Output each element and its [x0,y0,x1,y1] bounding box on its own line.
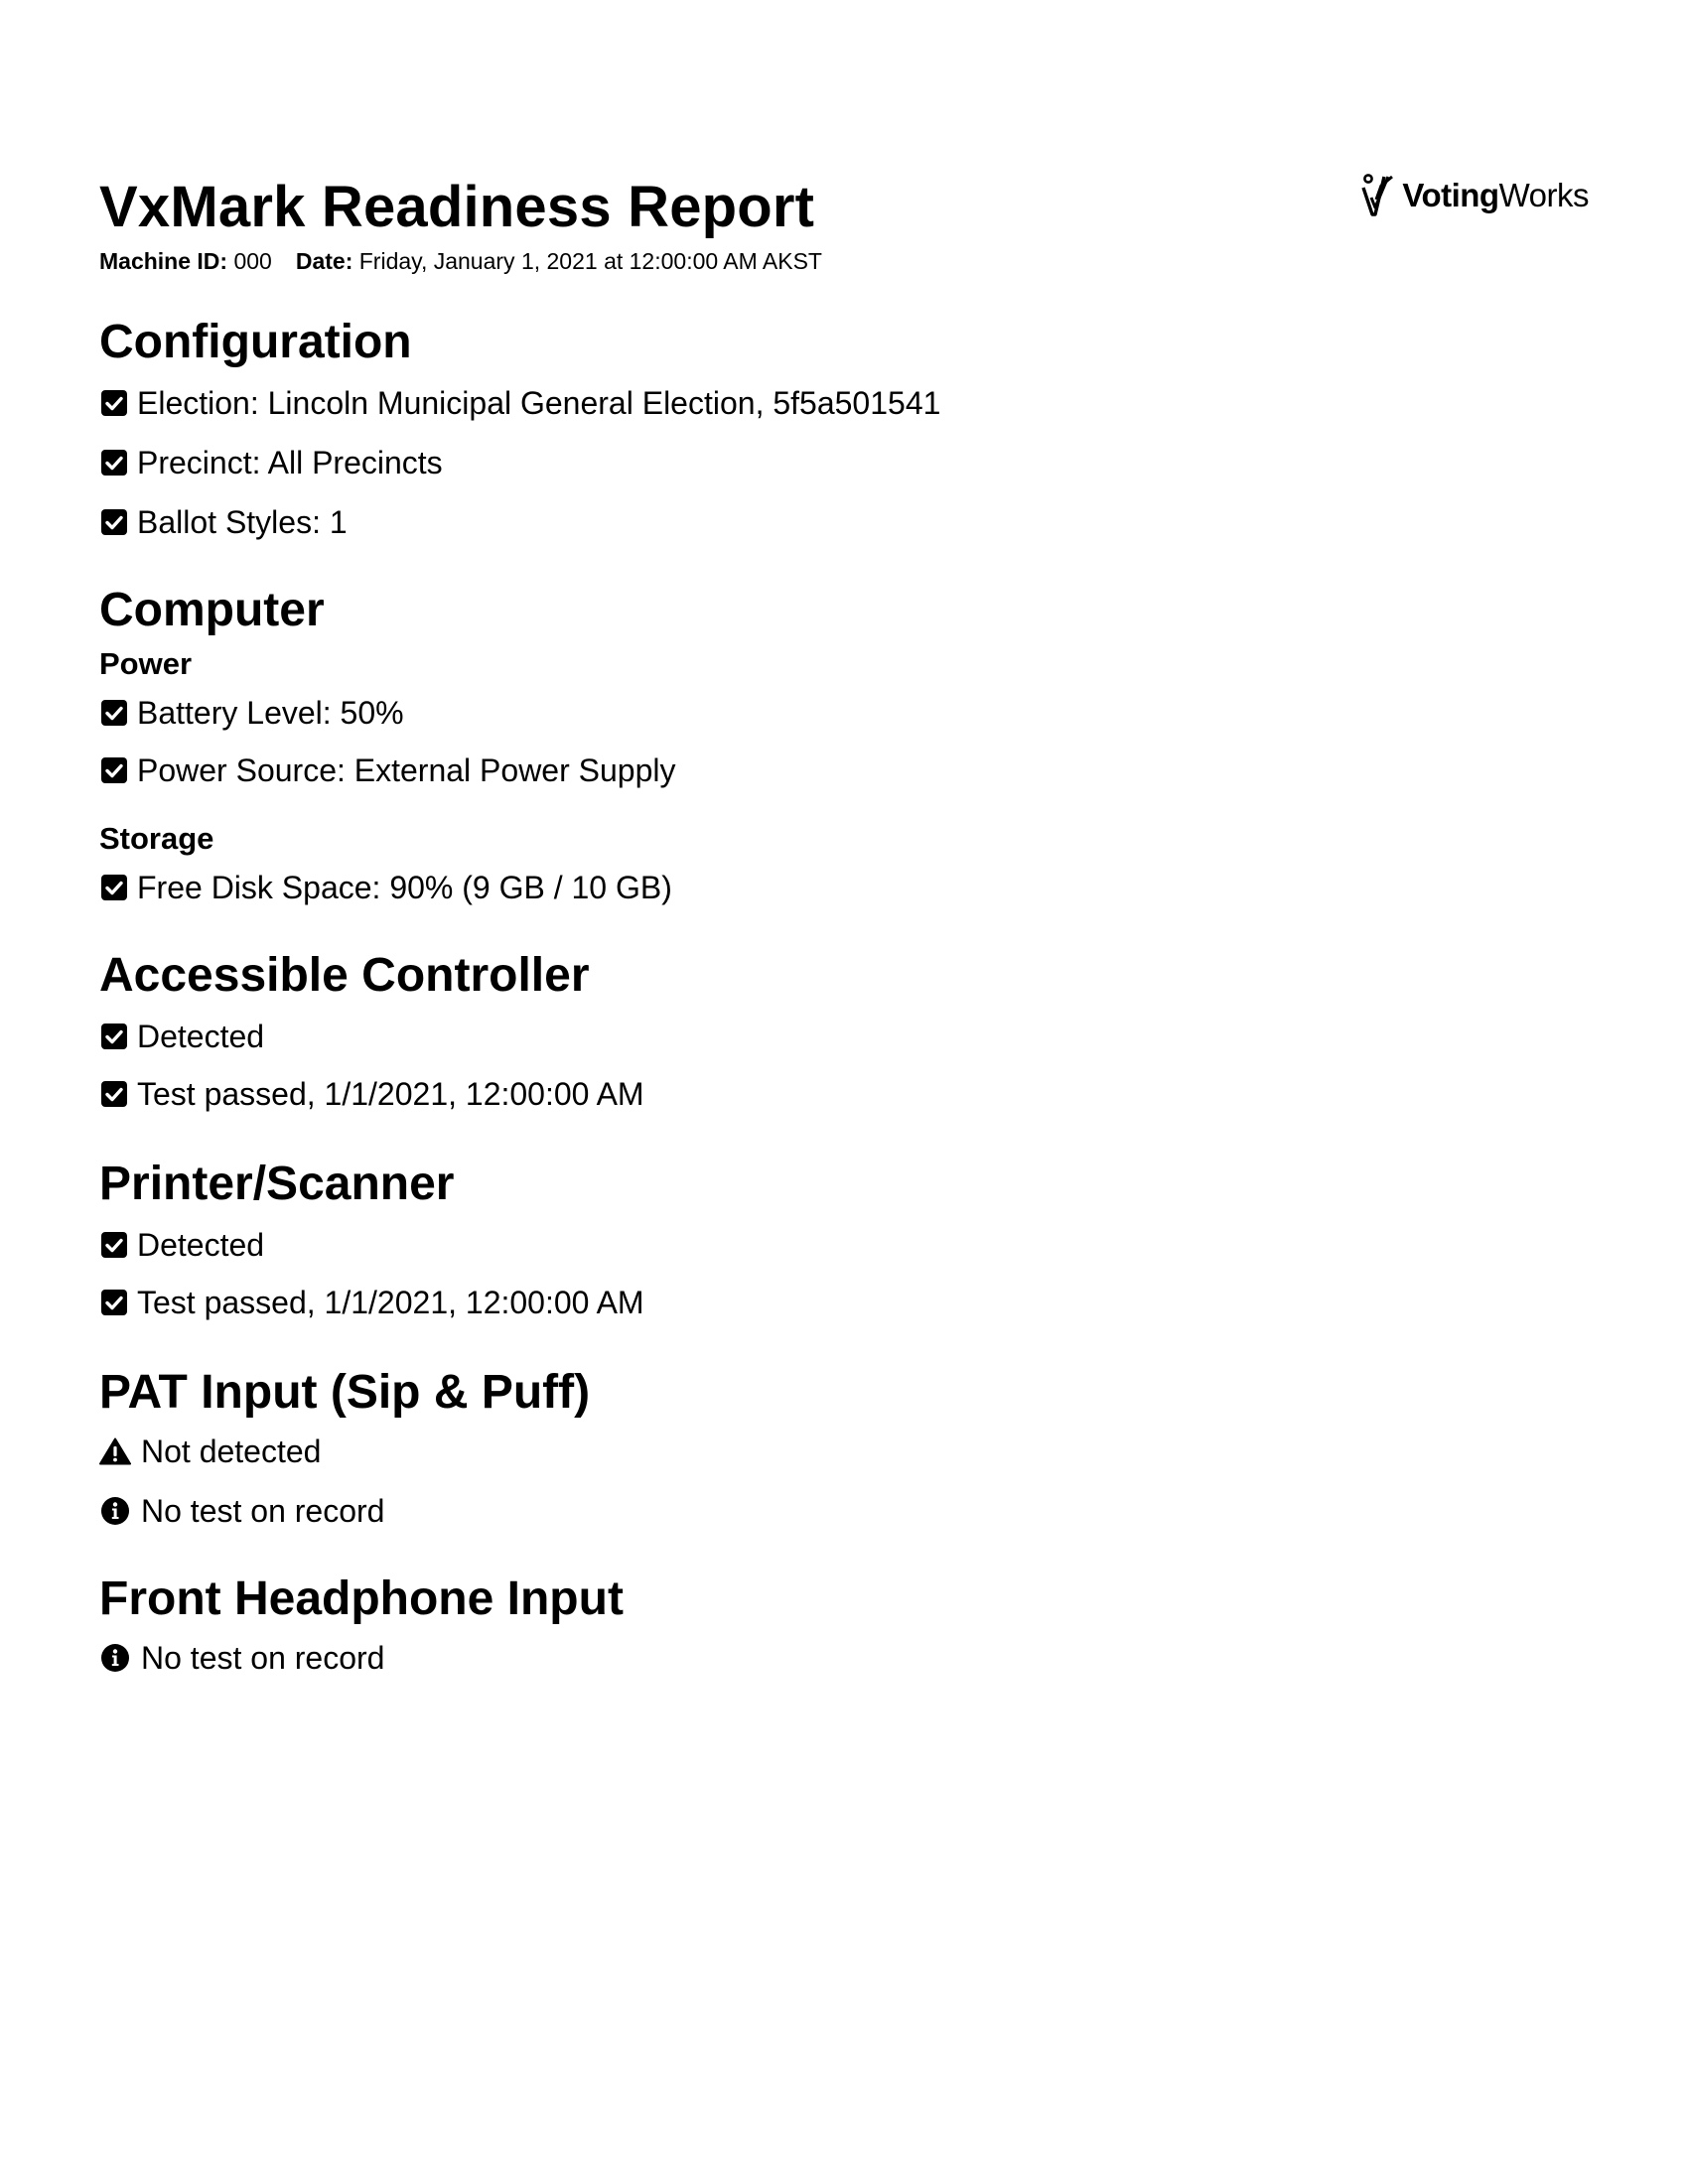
item-text: No test on record [141,1493,385,1529]
check-square-icon [99,1079,129,1109]
item-text: Test passed, 1/1/2021, 12:00:00 AM [137,1285,644,1320]
headphone-no-test-item: No test on record [99,1638,1589,1678]
battery-level-item: Battery Level: 50% [99,693,1589,733]
config-precinct-item: Precinct: All Precincts [99,443,1589,482]
section-title-pat-input: PAT Input (Sip & Puff) [99,1366,591,1419]
printer-scanner-items: Detected Test passed, 1/1/2021, 12:00:00… [99,1225,1589,1322]
headphone-input-items: No test on record [99,1638,1589,1678]
check-square-icon [99,755,129,785]
item-text: Test passed, 1/1/2021, 12:00:00 AM [137,1076,644,1112]
item-text: Detected [137,1019,265,1054]
check-square-icon [99,1022,129,1051]
section-title-computer: Computer [99,584,325,636]
subsection-title-power: Power [99,646,193,681]
item-text: Ballot Styles: 1 [137,504,348,540]
check-square-icon [99,448,129,478]
check-square-icon [99,873,129,902]
printer-detected-item: Detected [99,1225,1589,1265]
pat-input-items: Not detected No test on record [99,1432,1589,1531]
power-items: Battery Level: 50% Power Source: Externa… [99,693,1589,790]
pat-not-detected-item: Not detected [99,1432,1589,1471]
report-title: VxMark Readiness Report [99,175,815,239]
info-circle-icon [99,1496,131,1526]
machine-id-value: 000 [233,248,272,274]
section-title-printer-scanner: Printer/Scanner [99,1158,455,1210]
check-square-icon [99,698,129,728]
check-square-icon [99,1230,129,1260]
printer-test-item: Test passed, 1/1/2021, 12:00:00 AM [99,1283,1589,1322]
item-text: Power Source: External Power Supply [137,752,676,788]
power-source-item: Power Source: External Power Supply [99,751,1589,790]
controller-detected-item: Detected [99,1017,1589,1056]
report-meta: Machine ID: 000 Date: Friday, January 1, … [99,246,1589,276]
check-square-icon [99,1288,129,1317]
config-ballot-styles-item: Ballot Styles: 1 [99,502,1589,542]
item-text: Free Disk Space: 90% (9 GB / 10 GB) [137,870,672,905]
config-election-item: Election: Lincoln Municipal General Elec… [99,383,1589,423]
item-text: Detected [137,1227,265,1263]
date-label: Date: [295,248,353,274]
section-title-accessible-controller: Accessible Controller [99,949,590,1002]
configuration-items: Election: Lincoln Municipal General Elec… [99,383,1589,542]
pat-no-test-item: No test on record [99,1491,1589,1531]
machine-id-label: Machine ID: [99,248,228,274]
subsection-title-storage: Storage [99,821,214,856]
controller-test-item: Test passed, 1/1/2021, 12:00:00 AM [99,1074,1589,1114]
item-text: Election: Lincoln Municipal General Elec… [137,385,941,421]
item-text: No test on record [141,1640,385,1676]
info-circle-icon [99,1643,131,1673]
check-square-icon [99,507,129,537]
check-square-icon [99,388,129,418]
accessible-controller-items: Detected Test passed, 1/1/2021, 12:00:00… [99,1017,1589,1114]
storage-items: Free Disk Space: 90% (9 GB / 10 GB) [99,868,1589,907]
free-disk-space-item: Free Disk Space: 90% (9 GB / 10 GB) [99,868,1589,907]
date-value: Friday, January 1, 2021 at 12:00:00 AM A… [358,248,822,274]
item-text: Not detected [141,1433,322,1469]
section-title-headphone-input: Front Headphone Input [99,1572,624,1625]
readiness-report: VxMark Readiness Report Machine ID: 000 D… [99,175,1589,1678]
item-text: Precinct: All Precincts [137,445,443,480]
warning-triangle-icon [99,1436,131,1466]
section-title-configuration: Configuration [99,316,412,368]
item-text: Battery Level: 50% [137,695,404,731]
